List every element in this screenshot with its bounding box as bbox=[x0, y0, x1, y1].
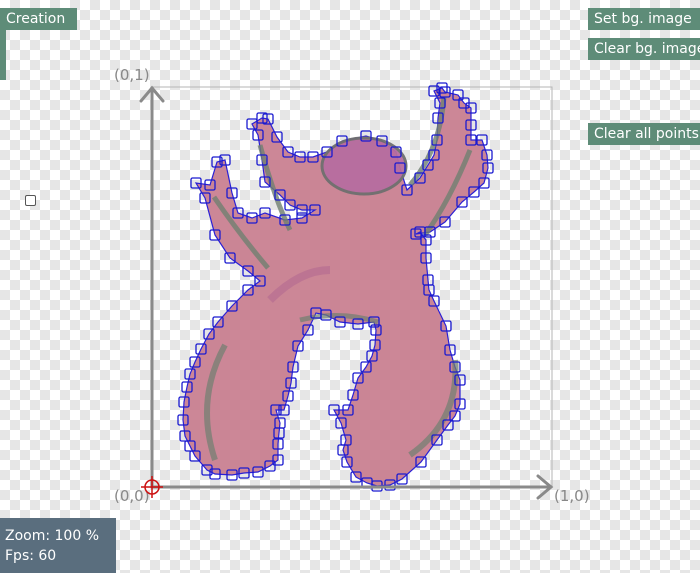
axis-label-origin: (0,0) bbox=[114, 487, 150, 505]
fps-readout: Fps: 60 bbox=[5, 548, 57, 564]
clear-all-points-button[interactable]: Clear all points bbox=[588, 123, 700, 145]
creation-panel-bar bbox=[0, 30, 6, 80]
creation-button[interactable]: Creation bbox=[0, 8, 77, 30]
axis-label-top: (0,1) bbox=[114, 66, 150, 84]
set-bg-image-button[interactable]: Set bg. image bbox=[588, 8, 700, 30]
axis-label-right: (1,0) bbox=[554, 487, 590, 505]
status-panel: Zoom: 100 % Fps: 60 bbox=[0, 518, 116, 573]
handle-icon[interactable] bbox=[25, 195, 36, 206]
zoom-readout: Zoom: 100 % bbox=[5, 528, 100, 544]
editor-canvas[interactable]: (0,1) (0,0) (1,0) bbox=[0, 0, 700, 573]
clear-bg-image-button[interactable]: Clear bg. image bbox=[588, 38, 700, 60]
